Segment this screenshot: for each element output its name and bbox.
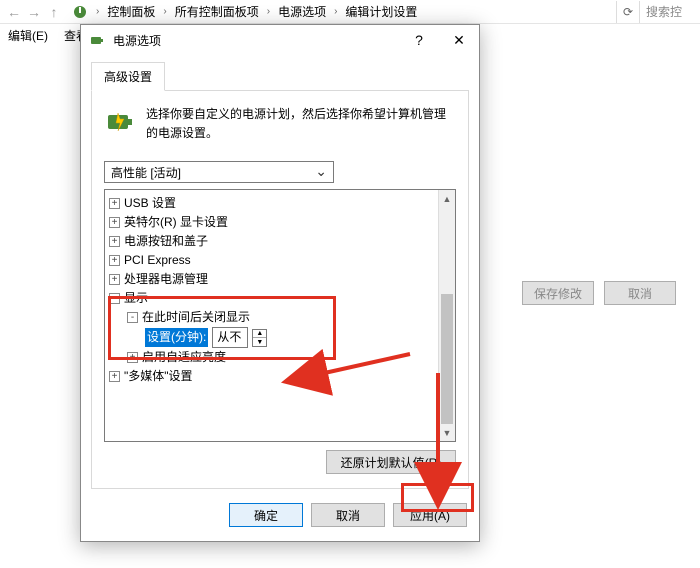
tree-item-usb[interactable]: USB 设置 (124, 194, 176, 213)
tree-item-display[interactable]: 显示 (124, 289, 148, 308)
dialog-description: 选择你要自定义的电源计划，然后选择你希望计算机管理的电源设置。 (146, 105, 456, 143)
tree-item-cpu[interactable]: 处理器电源管理 (124, 270, 208, 289)
nav-back-icon[interactable]: ← (6, 4, 22, 20)
menu-edit[interactable]: 编辑(E) (6, 25, 50, 46)
breadcrumb-item[interactable]: 所有控制面板项 (171, 1, 263, 22)
dialog-title: 电源选项 (113, 32, 399, 49)
tree-item-power-buttons[interactable]: 电源按钮和盖子 (124, 232, 208, 251)
cancel-button[interactable]: 取消 (311, 503, 385, 527)
scroll-up-icon[interactable]: ▲ (439, 190, 455, 207)
tree-item-multimedia[interactable]: "多媒体"设置 (124, 367, 193, 386)
close-button[interactable]: ✕ (439, 25, 479, 55)
refresh-icon[interactable]: ⟳ (616, 1, 640, 23)
search-input[interactable]: 搜索控 (640, 0, 700, 24)
power-options-dialog: 电源选项 ? ✕ 高级设置 选择你要自定义的电源计划，然后选择你希望计算机管理的… (80, 24, 480, 542)
plan-selected-value: 高性能 [活动] (111, 164, 181, 181)
battery-large-icon (104, 105, 136, 137)
tree-scrollbar[interactable]: ▲ ▼ (438, 190, 455, 441)
spin-down-icon[interactable]: ▼ (253, 338, 266, 346)
expand-icon[interactable]: + (109, 255, 120, 266)
collapse-icon[interactable]: - (127, 312, 138, 323)
tree-item-adaptive[interactable]: 启用自适应亮度 (142, 348, 226, 367)
breadcrumb-item[interactable]: 编辑计划设置 (341, 1, 421, 22)
collapse-icon[interactable]: - (109, 293, 120, 304)
tree-item-display-off[interactable]: 在此时间后关闭显示 (142, 308, 250, 327)
expand-icon[interactable]: + (109, 371, 120, 382)
bg-cancel-button[interactable]: 取消 (604, 281, 676, 305)
tree-item-intel[interactable]: 英特尔(R) 显卡设置 (124, 213, 228, 232)
expand-icon[interactable]: + (109, 274, 120, 285)
setting-value[interactable]: 从不 (212, 327, 248, 348)
expand-icon[interactable]: + (109, 198, 120, 209)
nav-up-icon[interactable]: ↑ (46, 4, 62, 20)
battery-icon (89, 32, 105, 48)
breadcrumb-item[interactable]: 电源选项 (274, 1, 330, 22)
scroll-down-icon[interactable]: ▼ (439, 424, 455, 441)
apply-button[interactable]: 应用(A) (393, 503, 467, 527)
spin-up-icon[interactable]: ▲ (253, 330, 266, 339)
scroll-thumb[interactable] (441, 294, 453, 424)
value-spinner[interactable]: ▲▼ (252, 329, 267, 347)
plan-select[interactable]: 高性能 [活动] (104, 161, 334, 183)
expand-icon[interactable]: + (109, 217, 120, 228)
restore-defaults-button[interactable]: 还原计划默认值(R) (326, 450, 456, 474)
breadcrumb[interactable]: › 控制面板 › 所有控制面板项 › 电源选项 › 编辑计划设置 (68, 1, 616, 22)
expand-icon[interactable]: + (127, 352, 138, 363)
tree-item-pci[interactable]: PCI Express (124, 251, 191, 270)
breadcrumb-item[interactable]: 控制面板 (103, 1, 159, 22)
ok-button[interactable]: 确定 (229, 503, 303, 527)
expand-icon[interactable]: + (109, 236, 120, 247)
save-changes-button: 保存修改 (522, 281, 594, 305)
nav-fwd-icon: → (26, 4, 42, 20)
explorer-address-bar: ← → ↑ › 控制面板 › 所有控制面板项 › 电源选项 › 编辑计划设置 ⟳… (0, 0, 700, 24)
setting-label[interactable]: 设置(分钟): (145, 328, 208, 347)
power-plan-icon (72, 4, 88, 20)
settings-tree: + USB 设置 + 英特尔(R) 显卡设置 + 电源按钮和盖子 + PCI Expre… (104, 189, 456, 442)
help-button[interactable]: ? (399, 25, 439, 55)
tab-advanced[interactable]: 高级设置 (91, 62, 165, 91)
